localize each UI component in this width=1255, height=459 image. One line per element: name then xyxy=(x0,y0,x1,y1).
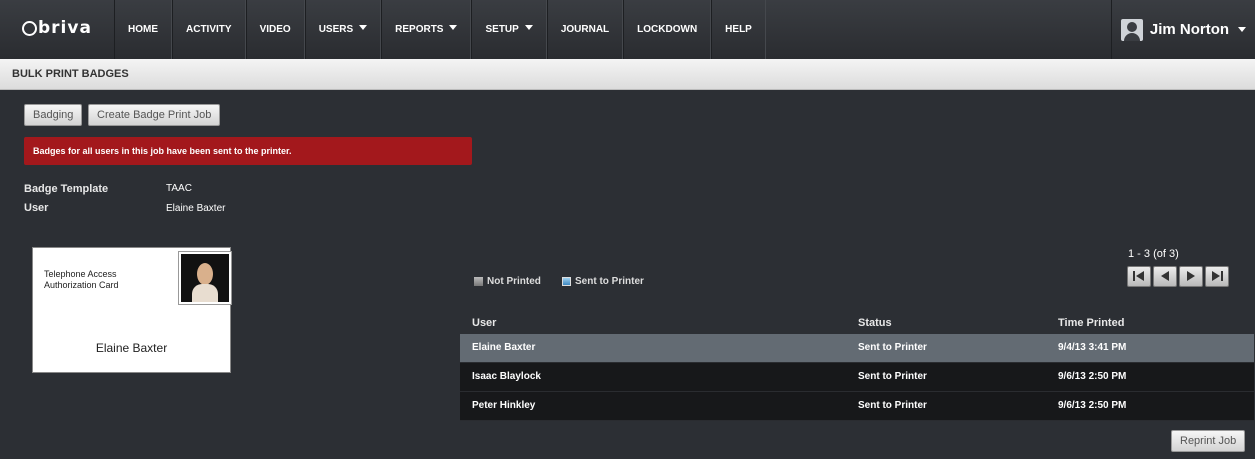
main-nav: HOME ACTIVITY VIDEO USERS REPORTS SETUP … xyxy=(114,0,766,59)
nav-label: HELP xyxy=(725,24,752,35)
caret-down-icon xyxy=(449,25,458,30)
first-page-button[interactable] xyxy=(1127,266,1151,287)
nav-reports[interactable]: REPORTS xyxy=(381,0,472,59)
column-header-user[interactable]: User xyxy=(472,313,496,334)
pager-count: 1 - 3 (of 3) xyxy=(1128,248,1179,260)
next-page-button[interactable] xyxy=(1179,266,1203,287)
card-title-line1: Telephone Access xyxy=(44,269,117,279)
create-badge-print-job-button[interactable]: Create Badge Print Job xyxy=(88,104,221,126)
nav-label: JOURNAL xyxy=(560,24,610,35)
next-page-icon xyxy=(1187,271,1195,281)
caret-down-icon xyxy=(1238,27,1247,32)
column-header-time-printed[interactable]: Time Printed xyxy=(1058,313,1124,334)
cell-user: Elaine Baxter xyxy=(472,342,536,353)
legend-label: Not Printed xyxy=(487,276,541,287)
nav-lockdown[interactable]: LOCKDOWN xyxy=(623,0,712,59)
card-title-line2: Authorization Card xyxy=(44,280,119,290)
legend-sent-to-printer: Sent to Printer xyxy=(562,276,644,287)
nav-label: USERS xyxy=(318,24,354,35)
cell-time-printed: 9/4/13 3:41 PM xyxy=(1058,342,1127,353)
nav-label: SETUP xyxy=(485,24,519,35)
table-row[interactable]: Elaine Baxter Sent to Printer 9/4/13 3:4… xyxy=(460,334,1254,363)
card-title: Telephone Access Authorization Card xyxy=(44,269,119,291)
card-holder-name: Elaine Baxter xyxy=(95,341,168,355)
last-page-button[interactable] xyxy=(1205,266,1229,287)
alert-banner: Badges for all users in this job have be… xyxy=(24,137,472,165)
sent-to-printer-icon xyxy=(562,277,571,286)
badge-template-label: Badge Template xyxy=(24,183,109,195)
top-navigation-bar: briva HOME ACTIVITY VIDEO USERS REPORTS … xyxy=(0,0,1255,59)
last-page-icon xyxy=(1212,271,1223,281)
print-job-table: User Status Time Printed Elaine Baxter S… xyxy=(460,313,1254,421)
previous-page-icon xyxy=(1161,271,1169,281)
table-header: User Status Time Printed xyxy=(460,313,1254,334)
nav-home[interactable]: HOME xyxy=(114,0,172,59)
nav-users[interactable]: USERS xyxy=(304,0,382,59)
cell-status: Sent to Printer xyxy=(858,342,927,353)
cell-user: Peter Hinkley xyxy=(472,400,536,411)
cell-time-printed: 9/6/13 2:50 PM xyxy=(1058,400,1127,411)
nav-label: REPORTS xyxy=(395,24,444,35)
logo-mark-icon xyxy=(22,21,37,36)
cell-status: Sent to Printer xyxy=(858,400,927,411)
reprint-job-button[interactable]: Reprint Job xyxy=(1171,430,1246,452)
legend-label: Sent to Printer xyxy=(575,276,644,287)
nav-label: HOME xyxy=(128,24,158,35)
user-menu[interactable]: Jim Norton xyxy=(1111,0,1255,59)
page-title-bar: BULK PRINT BADGES xyxy=(0,59,1255,90)
nav-setup[interactable]: SETUP xyxy=(471,0,547,59)
badge-photo xyxy=(179,252,231,304)
column-header-status[interactable]: Status xyxy=(858,313,892,334)
cell-time-printed: 9/6/13 2:50 PM xyxy=(1058,371,1127,382)
table-row[interactable]: Isaac Blaylock Sent to Printer 9/6/13 2:… xyxy=(460,363,1254,392)
nav-label: LOCKDOWN xyxy=(637,24,698,35)
user-value: Elaine Baxter xyxy=(166,203,226,214)
nav-label: VIDEO xyxy=(259,24,291,35)
nav-activity[interactable]: ACTIVITY xyxy=(172,0,246,59)
brivo-logo[interactable]: briva xyxy=(22,18,92,38)
caret-down-icon xyxy=(359,25,368,30)
badging-button[interactable]: Badging xyxy=(24,104,83,126)
previous-page-button[interactable] xyxy=(1153,266,1177,287)
user-name: Jim Norton xyxy=(1149,21,1230,38)
nav-journal[interactable]: JOURNAL xyxy=(546,0,624,59)
nav-video[interactable]: VIDEO xyxy=(245,0,305,59)
nav-help[interactable]: HELP xyxy=(711,0,766,59)
page-title: BULK PRINT BADGES xyxy=(12,68,129,80)
user-avatar-icon xyxy=(1120,18,1143,41)
caret-down-icon xyxy=(524,25,533,30)
legend-not-printed: Not Printed xyxy=(474,276,541,287)
user-label: User xyxy=(24,202,49,214)
table-row[interactable]: Peter Hinkley Sent to Printer 9/6/13 2:5… xyxy=(460,392,1254,421)
nav-label: ACTIVITY xyxy=(186,24,232,35)
cell-user: Isaac Blaylock xyxy=(472,371,541,382)
badge-template-value: TAAC xyxy=(166,183,192,194)
first-page-icon xyxy=(1133,271,1144,281)
logo-text: briva xyxy=(38,18,92,38)
not-printed-icon xyxy=(474,277,483,286)
cell-status: Sent to Printer xyxy=(858,371,927,382)
badge-preview-card: Telephone Access Authorization Card Elai… xyxy=(32,247,231,373)
